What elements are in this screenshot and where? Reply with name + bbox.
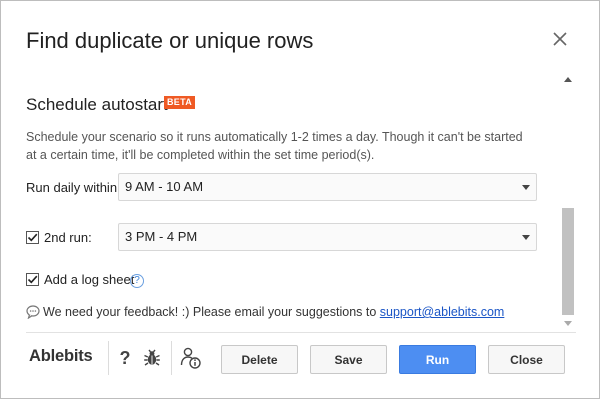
run-daily-label: Run daily within: — [26, 180, 121, 195]
caret-down-icon — [522, 185, 530, 190]
second-run-checkbox[interactable] — [26, 231, 39, 244]
run-daily-value: 9 AM - 10 AM — [125, 179, 204, 194]
section-title: Schedule autostart — [26, 95, 168, 114]
schedule-description: Schedule your scenario so it runs automa… — [26, 130, 523, 162]
dialog-title: Find duplicate or unique rows — [26, 28, 314, 53]
user-info-icon[interactable] — [179, 345, 203, 371]
feedback-text: We need your feedback! :) Please email y… — [43, 305, 377, 319]
ablebits-logo: Ablebits — [29, 347, 93, 365]
second-run-select[interactable]: 3 PM - 4 PM — [118, 223, 537, 251]
caret-down-icon — [522, 235, 530, 240]
run-daily-select[interactable]: 9 AM - 10 AM — [118, 173, 537, 201]
close-icon[interactable] — [550, 29, 570, 49]
scroll-thumb[interactable] — [562, 208, 574, 315]
log-sheet-checkbox[interactable] — [26, 273, 39, 286]
delete-button[interactable]: Delete — [221, 345, 298, 374]
beta-badge: BETA — [164, 96, 196, 109]
content-scrollbar[interactable] — [561, 71, 576, 333]
close-button[interactable]: Close — [488, 345, 565, 374]
save-button[interactable]: Save — [310, 345, 387, 374]
run-button[interactable]: Run — [399, 345, 476, 374]
support-email-link[interactable]: support@ablebits.com — [380, 305, 505, 319]
second-run-value: 3 PM - 4 PM — [125, 229, 198, 244]
scroll-down-icon[interactable] — [564, 321, 572, 326]
find-duplicates-dialog: Find duplicate or unique rows Schedule a… — [0, 0, 600, 399]
bug-icon[interactable] — [141, 347, 163, 369]
footer-separator — [108, 341, 109, 375]
question-mark-icon[interactable]: ? — [116, 348, 134, 368]
checkmark-icon — [27, 233, 38, 242]
dialog-content: Schedule autostart BETA Schedule your sc… — [1, 71, 561, 333]
feedback-line: We need your feedback! :) Please email y… — [26, 305, 504, 322]
footer-divider — [26, 332, 576, 333]
scroll-up-icon[interactable] — [564, 77, 572, 82]
second-run-label: 2nd run: — [44, 230, 92, 245]
footer-separator — [171, 341, 172, 375]
checkmark-icon — [27, 275, 38, 284]
log-sheet-label: Add a log sheet — [44, 272, 135, 287]
speech-bubble-icon — [26, 305, 40, 322]
question-circle-icon[interactable]: ? — [130, 274, 144, 288]
